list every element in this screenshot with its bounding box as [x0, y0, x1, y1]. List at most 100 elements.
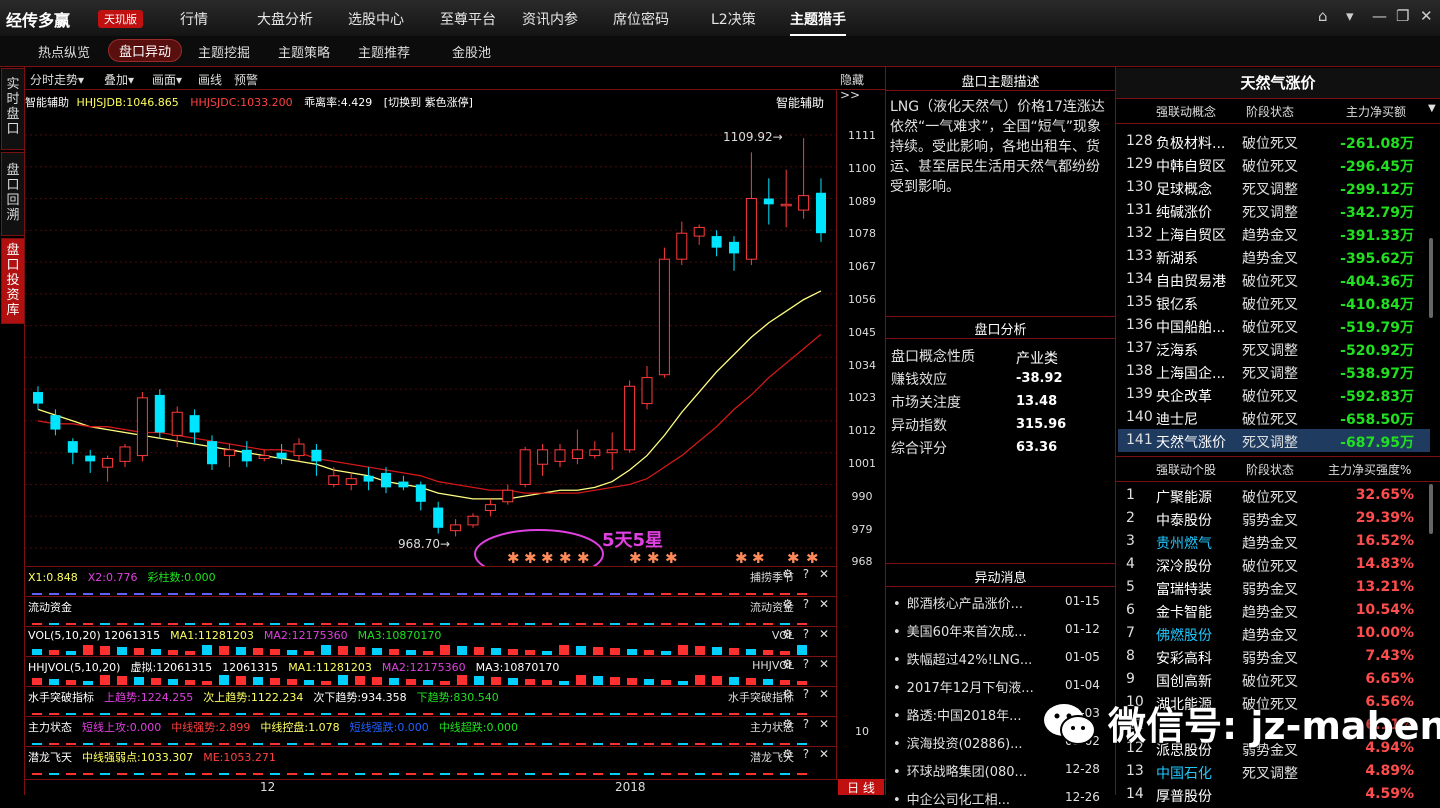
stock-status-col-header[interactable]: 阶段状态	[1246, 461, 1294, 478]
candle[interactable]	[50, 409, 61, 436]
stock-row[interactable]: 8 安彩高科 弱势金叉 7.43%	[1118, 645, 1430, 668]
news-item[interactable]: • 环球战略集团(080...	[893, 761, 1027, 780]
concept-row[interactable]: 128 负极材料... 破位死叉 -261.08万	[1118, 130, 1430, 153]
subtab-4[interactable]: 主题推荐	[358, 42, 410, 61]
draw-line-button[interactable]: 画线	[198, 71, 222, 88]
candle[interactable]	[311, 444, 322, 476]
stock-row[interactable]: 9 国创高新 破位死叉 6.65%	[1118, 668, 1430, 691]
netbuy-col-header[interactable]: 主力净买额	[1346, 103, 1406, 120]
candle[interactable]	[780, 169, 792, 228]
candle[interactable]	[729, 236, 739, 271]
period-button[interactable]: 日 线	[838, 779, 884, 795]
concept-row[interactable]: 134 自由贸易港 破位死叉 -404.36万	[1118, 268, 1430, 291]
candle[interactable]	[624, 380, 636, 453]
tab-backtrack[interactable]: 盘口回溯	[1, 152, 25, 236]
candle[interactable]	[606, 432, 618, 471]
news-item[interactable]: • 美国60年来首次成...	[893, 621, 1027, 640]
stock-row[interactable]: 3 贵州燃气 趋势金叉 16.52%	[1118, 530, 1430, 553]
menu-item-1[interactable]: 大盘分析	[257, 9, 313, 29]
concept-row[interactable]: 141 天然气涨价 死叉调整 -687.95万	[1118, 429, 1430, 452]
news-item[interactable]: • 中企公司化工相...	[893, 789, 1010, 808]
concept-scrollbar[interactable]	[1429, 238, 1433, 318]
concept-row[interactable]: 135 银亿系 破位死叉 -410.84万	[1118, 291, 1430, 314]
candle[interactable]	[102, 455, 114, 482]
candle[interactable]	[154, 389, 165, 439]
concept-row[interactable]: 140 迪士尼 破位死叉 -658.50万	[1118, 406, 1430, 429]
view-dropdown[interactable]: 画面▾	[152, 71, 182, 88]
candle[interactable]	[363, 467, 374, 491]
news-item[interactable]: • 跌幅超过42%!LNG...	[893, 649, 1032, 668]
concept-row[interactable]: 129 中韩自贸区 破位死叉 -296.45万	[1118, 153, 1430, 176]
candle[interactable]	[816, 178, 826, 242]
candle[interactable]	[223, 444, 235, 468]
stock-row[interactable]: 2 中泰股份 弱势金叉 29.39%	[1118, 507, 1430, 530]
news-item[interactable]: • 路透:中国2018年...	[893, 705, 1022, 724]
indicator-tools-icon[interactable]: ⚙ ? ✕	[782, 657, 832, 671]
candle[interactable]	[641, 366, 653, 410]
candle[interactable]	[33, 386, 43, 410]
subtab-0[interactable]: 热点纵览	[38, 42, 90, 61]
concept-row[interactable]: 136 中国船舶... 破位死叉 -519.79万	[1118, 314, 1430, 337]
close-icon[interactable]: ✕	[1420, 7, 1433, 25]
stock-row[interactable]: 4 深冷股份 破位死叉 14.83%	[1118, 553, 1430, 576]
minimize-icon[interactable]: —	[1372, 7, 1387, 25]
candle[interactable]	[502, 484, 514, 505]
candlestick-chart[interactable]: ✱ ✱ ✱ ✱ ✱ ✱ ✱ ✱ ✱ ✱ ✱ ✱	[25, 108, 836, 566]
candle[interactable]	[345, 472, 357, 491]
subtab-2[interactable]: 主题挖掘	[198, 42, 250, 61]
stock-row[interactable]: 7 佛燃股份 趋势金叉 10.00%	[1118, 622, 1430, 645]
concept-col-header[interactable]: 强联动概念	[1156, 103, 1216, 120]
stock-scrollbar[interactable]	[1429, 484, 1433, 534]
concept-row[interactable]: 138 上海国企... 死叉调整 -538.97万	[1118, 360, 1430, 383]
candle[interactable]	[136, 392, 148, 462]
candle[interactable]	[763, 178, 774, 225]
menu-item-0[interactable]: 行情	[180, 9, 208, 29]
news-item[interactable]: • 2017年12月下旬液...	[893, 677, 1034, 696]
tab-realtime[interactable]: 实时盘口	[1, 68, 25, 150]
stock-row[interactable]: 1 广聚能源 破位死叉 32.65%	[1118, 484, 1430, 507]
candle[interactable]	[554, 444, 566, 468]
stock-row[interactable]: 13 中国石化 死叉调整 4.89%	[1118, 760, 1430, 783]
candle[interactable]	[484, 498, 496, 517]
candle[interactable]	[415, 481, 426, 511]
overlay-dropdown[interactable]: 叠加▾	[104, 71, 134, 88]
indicator-tools-icon[interactable]: ⚙ ? ✕	[782, 747, 832, 761]
subtab-3[interactable]: 主题策略	[278, 42, 330, 61]
news-item[interactable]: • 滨海投资(02886)...	[893, 733, 1023, 752]
candle[interactable]	[711, 230, 722, 257]
stock-row[interactable]: 5 富瑞特装 弱势金叉 13.21%	[1118, 576, 1430, 599]
candle[interactable]	[450, 519, 462, 537]
indicator-tools-icon[interactable]: ⚙ ? ✕	[782, 567, 832, 581]
subtab-1[interactable]: 盘口异动	[108, 39, 183, 62]
concept-row[interactable]: 139 央企改革 破位死叉 -592.83万	[1118, 383, 1430, 406]
restore-icon[interactable]: ❐	[1396, 7, 1409, 25]
candle[interactable]	[258, 449, 270, 462]
candle[interactable]	[658, 247, 670, 378]
stock-row[interactable]: 6 金卡智能 趋势金叉 10.54%	[1118, 599, 1430, 622]
indicator-tools-icon[interactable]: ⚙ ? ✕	[782, 597, 832, 611]
concept-row[interactable]: 131 纯碱涨价 死叉调整 -342.79万	[1118, 199, 1430, 222]
menu-item-2[interactable]: 选股中心	[348, 9, 404, 29]
candle[interactable]	[745, 152, 757, 265]
sort-icon[interactable]: ▼	[1428, 103, 1436, 114]
stock-col-header[interactable]: 强联动个股	[1156, 461, 1216, 478]
candle[interactable]	[241, 441, 252, 468]
tab-investment-library[interactable]: 盘口投资库	[1, 238, 25, 324]
candle[interactable]	[537, 444, 549, 476]
candle[interactable]	[67, 438, 78, 465]
candle[interactable]	[571, 429, 583, 465]
candle[interactable]	[398, 475, 409, 491]
menu-item-4[interactable]: 资讯内参	[522, 9, 578, 29]
indicator-tools-icon[interactable]: ⚙ ? ✕	[782, 687, 832, 701]
candle[interactable]	[676, 221, 688, 265]
hide-button[interactable]: 隐藏>>	[840, 71, 880, 102]
alert-button[interactable]: 预警	[234, 71, 258, 88]
concept-row[interactable]: 132 上海自贸区 趋势金叉 -391.33万	[1118, 222, 1430, 245]
indicator-tools-icon[interactable]: ⚙ ? ✕	[782, 717, 832, 731]
candle[interactable]	[293, 438, 305, 462]
menu-item-3[interactable]: 至尊平台	[440, 9, 496, 29]
concept-row[interactable]: 133 新湖系 趋势金叉 -395.62万	[1118, 245, 1430, 268]
candle[interactable]	[85, 449, 96, 473]
menu-item-6[interactable]: L2决策	[711, 9, 756, 29]
home-icon[interactable]: ⌂	[1318, 7, 1328, 25]
